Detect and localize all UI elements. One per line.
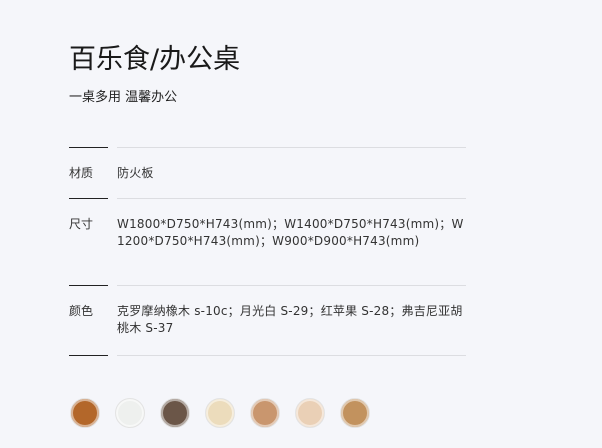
spec-bottom-divider xyxy=(69,355,466,356)
spec-divider xyxy=(117,198,466,199)
spec-label-size: 尺寸 xyxy=(69,217,94,231)
color-swatch-5[interactable] xyxy=(250,398,280,428)
product-subtitle: 一桌多用 温馨办公 xyxy=(69,90,178,105)
spec-table: 材质 防火板 尺寸 W1800*D750*H743(mm)；W1400*D750… xyxy=(69,147,466,356)
spec-row-color: 颜色 克罗摩纳橡木 s-10c；月光白 S-29；红苹果 S-28；弗吉尼亚胡桃… xyxy=(69,285,466,355)
color-swatch-7[interactable] xyxy=(340,398,370,428)
spec-value-material: 防火板 xyxy=(117,166,154,180)
color-swatch-6[interactable] xyxy=(295,398,325,428)
spec-divider xyxy=(117,355,466,356)
product-title: 百乐食/办公桌 xyxy=(69,44,241,75)
spec-divider xyxy=(117,147,466,148)
spec-value-size: W1800*D750*H743(mm)；W1400*D750*H743(mm)；… xyxy=(117,217,464,248)
spec-divider xyxy=(69,147,108,148)
spec-value-color: 克罗摩纳橡木 s-10c；月光白 S-29；红苹果 S-28；弗吉尼亚胡桃木 S… xyxy=(117,304,463,335)
spec-divider xyxy=(117,285,466,286)
color-swatches xyxy=(70,398,370,428)
color-swatch-2[interactable] xyxy=(115,398,145,428)
color-swatch-3[interactable] xyxy=(160,398,190,428)
spec-label-color: 颜色 xyxy=(69,304,94,318)
product-detail-page: 百乐食/办公桌 一桌多用 温馨办公 材质 防火板 尺寸 W1800*D750*H… xyxy=(0,0,602,448)
spec-divider xyxy=(69,285,108,286)
spec-divider xyxy=(69,198,108,199)
color-swatch-1[interactable] xyxy=(70,398,100,428)
spec-label-material: 材质 xyxy=(69,166,94,180)
spec-divider xyxy=(69,355,108,356)
spec-row-material: 材质 防火板 xyxy=(69,147,466,198)
color-swatch-4[interactable] xyxy=(205,398,235,428)
spec-row-size: 尺寸 W1800*D750*H743(mm)；W1400*D750*H743(m… xyxy=(69,198,466,285)
